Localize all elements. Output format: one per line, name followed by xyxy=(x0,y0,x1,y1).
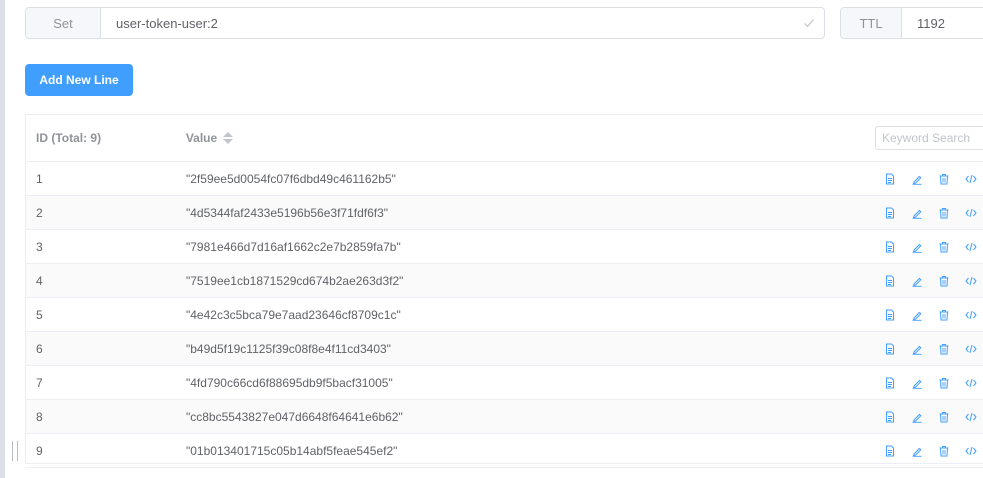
delete-icon[interactable] xyxy=(930,375,957,391)
code-icon[interactable] xyxy=(957,307,983,323)
row-id: 6 xyxy=(36,341,43,356)
row-id: 5 xyxy=(36,307,43,322)
key-name-input[interactable]: user-token-user:2 xyxy=(101,8,794,38)
row-id: 8 xyxy=(36,409,43,424)
document-icon[interactable] xyxy=(876,239,903,255)
value-header-label: Value xyxy=(185,131,218,145)
row-value: "b49d5f19c1125f39c08f8e4f11cd3403" xyxy=(186,341,391,356)
delete-icon[interactable] xyxy=(930,443,957,459)
add-new-line-button[interactable]: Add New Line xyxy=(25,64,133,96)
document-icon[interactable] xyxy=(876,307,903,323)
row-actions xyxy=(876,273,983,289)
sort-icon[interactable] xyxy=(223,132,234,144)
table-row: 9 "01b013401715c05b14abf5feae545ef2" xyxy=(26,434,983,468)
table-header: ID (Total: 9) Value Keyword Search xyxy=(26,115,983,162)
document-icon[interactable] xyxy=(876,409,903,425)
delete-icon[interactable] xyxy=(930,239,957,255)
edit-icon[interactable] xyxy=(903,239,930,255)
row-value: "7981e466d7d16af1662c2e7b2859fa7b" xyxy=(186,239,401,254)
row-actions xyxy=(876,171,983,187)
table-body: 1 "2f59ee5d0054fc07f6dbd49c461162b5" 2 "… xyxy=(26,162,983,468)
ttl-input[interactable]: 1192 xyxy=(902,8,983,38)
table-row: 3 "7981e466d7d16af1662c2e7b2859fa7b" xyxy=(26,230,983,264)
table-row: 1 "2f59ee5d0054fc07f6dbd49c461162b5" xyxy=(26,162,983,196)
set-members-table: ID (Total: 9) Value Keyword Search 1 "2f… xyxy=(25,114,983,468)
code-icon[interactable] xyxy=(957,273,983,289)
edit-icon[interactable] xyxy=(903,205,930,221)
row-actions xyxy=(876,409,983,425)
row-actions xyxy=(876,205,983,221)
table-row: 6 "b49d5f19c1125f39c08f8e4f11cd3403" xyxy=(26,332,983,366)
edit-icon[interactable] xyxy=(903,171,930,187)
code-icon[interactable] xyxy=(957,375,983,391)
row-value: "01b013401715c05b14abf5feae545ef2" xyxy=(186,443,398,458)
code-icon[interactable] xyxy=(957,239,983,255)
row-value: "2f59ee5d0054fc07f6dbd49c461162b5" xyxy=(186,171,396,186)
delete-icon[interactable] xyxy=(930,273,957,289)
row-actions xyxy=(876,307,983,323)
table-row: 7 "4fd790c66cd6f88695db9f5bacf31005" xyxy=(26,366,983,400)
row-value: "7519ee1cb1871529cd674b2ae263d3f2" xyxy=(186,273,404,288)
edit-icon[interactable] xyxy=(903,375,930,391)
code-icon[interactable] xyxy=(957,409,983,425)
key-name-field: Set user-token-user:2 xyxy=(25,7,825,39)
row-actions xyxy=(876,443,983,459)
row-id: 3 xyxy=(36,239,43,254)
document-icon[interactable] xyxy=(876,443,903,459)
edit-icon[interactable] xyxy=(903,341,930,357)
row-actions xyxy=(876,239,983,255)
delete-icon[interactable] xyxy=(930,171,957,187)
delete-icon[interactable] xyxy=(930,307,957,323)
document-icon[interactable] xyxy=(876,273,903,289)
row-value: "4d5344faf2433e5196b56e3f71fdf6f3" xyxy=(186,205,389,220)
row-id: 7 xyxy=(36,375,43,390)
document-icon[interactable] xyxy=(876,171,903,187)
row-id: 1 xyxy=(36,171,43,186)
code-icon[interactable] xyxy=(957,443,983,459)
document-icon[interactable] xyxy=(876,341,903,357)
code-icon[interactable] xyxy=(957,171,983,187)
delete-icon[interactable] xyxy=(930,409,957,425)
code-icon[interactable] xyxy=(957,205,983,221)
row-actions xyxy=(876,341,983,357)
ttl-field: TTL 1192 xyxy=(840,7,983,39)
table-row: 8 "cc8bc5543827e047d6648f64641e6b62" xyxy=(26,400,983,434)
row-value: "4e42c3c5bca79e7aad23646cf8709c1c" xyxy=(186,307,401,322)
check-icon xyxy=(794,8,824,38)
id-column-header: ID (Total: 9) xyxy=(36,131,102,145)
edit-icon[interactable] xyxy=(903,443,930,459)
edit-icon[interactable] xyxy=(903,273,930,289)
row-value: "4fd790c66cd6f88695db9f5bacf31005" xyxy=(186,375,393,390)
delete-icon[interactable] xyxy=(930,341,957,357)
row-id: 4 xyxy=(36,273,43,288)
document-icon[interactable] xyxy=(876,375,903,391)
edit-icon[interactable] xyxy=(903,307,930,323)
key-type-label: Set xyxy=(26,8,101,38)
table-row: 4 "7519ee1cb1871529cd674b2ae263d3f2" xyxy=(26,264,983,298)
left-panel-edge xyxy=(0,0,5,478)
row-id: 9 xyxy=(36,443,43,458)
table-row: 5 "4e42c3c5bca79e7aad23646cf8709c1c" xyxy=(26,298,983,332)
row-actions xyxy=(876,375,983,391)
edit-icon[interactable] xyxy=(903,409,930,425)
row-id: 2 xyxy=(36,205,43,220)
ttl-label: TTL xyxy=(841,8,902,38)
keyword-search-input[interactable]: Keyword Search xyxy=(875,126,983,150)
value-column-header[interactable]: Value xyxy=(186,131,875,145)
delete-icon[interactable] xyxy=(930,205,957,221)
table-row: 2 "4d5344faf2433e5196b56e3f71fdf6f3" xyxy=(26,196,983,230)
document-icon[interactable] xyxy=(876,205,903,221)
resize-handle[interactable] xyxy=(12,441,18,461)
row-value: "cc8bc5543827e047d6648f64641e6b62" xyxy=(186,409,403,424)
code-icon[interactable] xyxy=(957,341,983,357)
